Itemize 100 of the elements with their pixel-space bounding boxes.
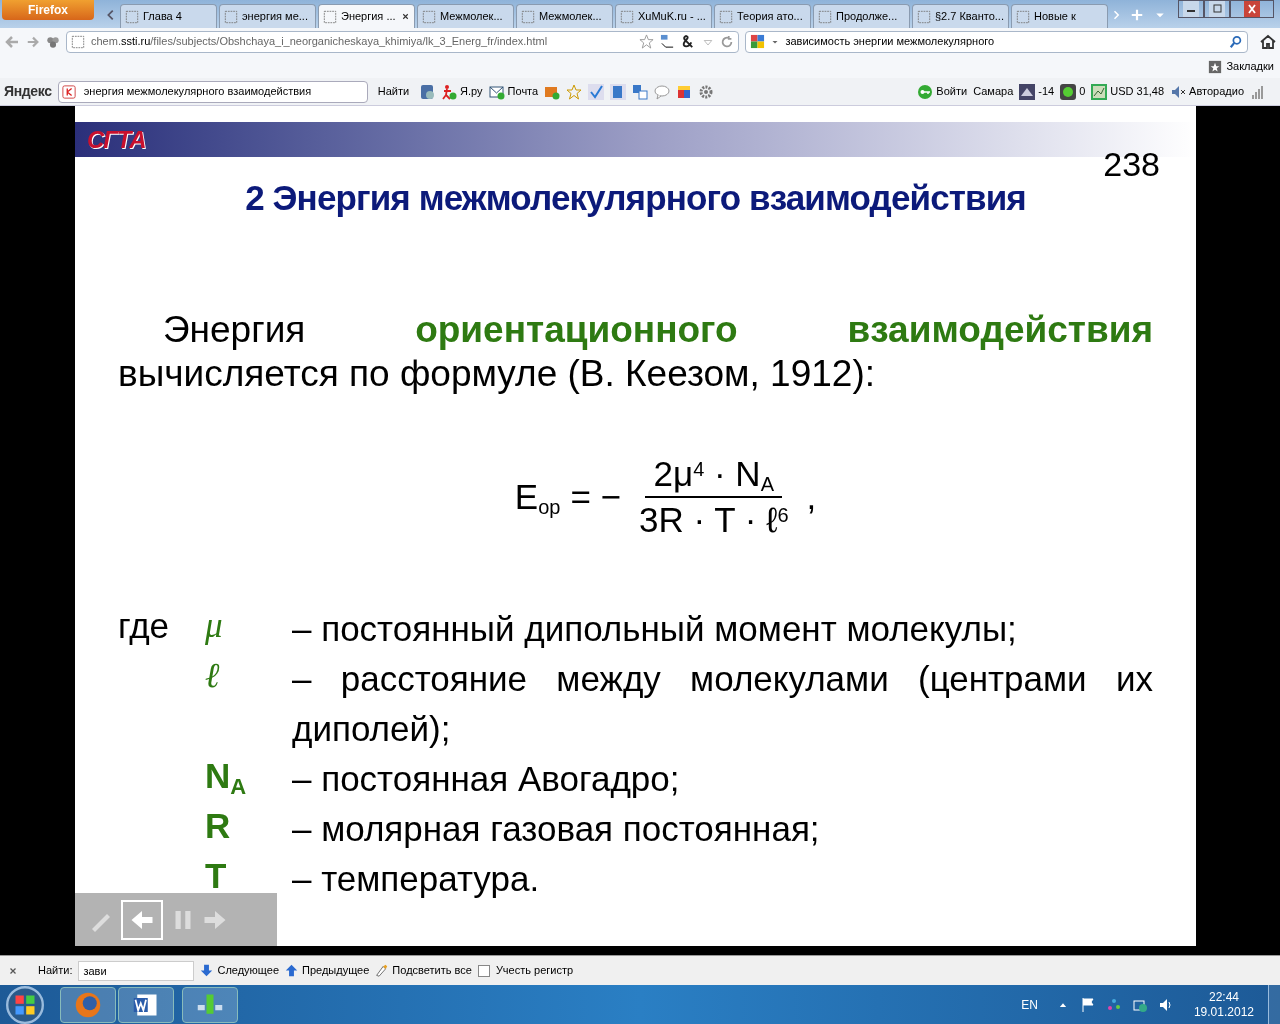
page-icon [71,34,85,49]
search-field[interactable]: зависимость энергии межмолекулярного [745,30,1248,53]
traffic-light-icon [1060,83,1077,100]
browser-tab[interactable]: Межмолек... [417,4,514,28]
tab-label: Глава 4 [143,9,183,25]
yandex-search-field[interactable]: энергия межмолекулярного взаимодействия [57,80,368,103]
network-icon[interactable] [1105,996,1122,1013]
page-icon [818,9,832,24]
bookmarks-button[interactable]: Закладки [1226,58,1274,75]
word-processor-taskbar-button[interactable] [118,986,174,1023]
tab-label: Теория ато... [737,9,804,25]
weather-icon [1019,83,1036,100]
page-icon [521,9,535,24]
clock[interactable]: 22:44 19.01.2012 [1193,989,1254,1020]
currency-button[interactable]: USD 31,48 [1091,83,1165,100]
yaru-button[interactable]: Я.ру [441,83,483,100]
login-button[interactable]: Войти [917,83,968,100]
widget-button[interactable] [676,83,693,100]
address-text: chem.ssti.ru/files/subjects/Obshchaya_i_neorganicheskaya_khimiya/lk_3_Energ_fr/index.html [91,34,549,50]
highlight-button[interactable]: Подсветить все [375,962,472,979]
browser-tab[interactable]: Энергия ... [318,4,415,28]
page-icon [224,9,238,24]
find-field[interactable]: зави [78,960,195,981]
star-icon[interactable] [639,34,655,49]
spellcheck-button[interactable] [588,83,605,100]
flag-icon[interactable] [1079,996,1096,1013]
bookmark-button[interactable] [566,83,583,100]
tab-label: Межмолек... [440,9,504,25]
definition-text: – молярная газовая постоянная; [292,808,821,850]
browser-tab[interactable]: Продолже... [813,4,910,28]
minimize-icon[interactable] [1178,0,1204,18]
chart-icon [1091,83,1108,100]
figure-icon [441,83,458,100]
speech-bubble-icon [654,83,671,100]
browser-tab[interactable]: Межмолек... [516,4,613,28]
search-icon[interactable] [1229,34,1243,49]
yandex-logo[interactable]: Яндекс [4,81,52,102]
cube-icon [676,83,693,100]
addon-icon[interactable] [46,34,60,49]
weather-button[interactable]: -14 [1019,83,1055,100]
arrow-up-icon [285,964,299,977]
bookmark-star-icon[interactable] [1208,59,1223,74]
browser-tab[interactable]: Глава 4 [120,4,217,28]
dictionary-button[interactable] [632,83,649,100]
browser-tab[interactable]: энергия ме... [219,4,316,28]
radio-button[interactable]: Авторадио [1170,83,1244,100]
maximize-icon[interactable] [1204,0,1230,18]
slide-paragraph: Энергия ориентационного взаимодействия вычисляется по формуле (В. Кеезом, 1912): [118,308,1153,396]
star-icon [566,83,583,100]
browser-tab[interactable]: Новые к [1011,4,1108,28]
symbol: N$_{A}$ [205,755,248,798]
tab-label: XuMuK.ru - ... [638,9,707,25]
symbol: R [205,805,232,847]
reload-icon[interactable] [720,34,735,49]
tab-label: Продолже... [836,9,899,25]
tab-label: Энергия ... [341,9,397,25]
page-icon [620,9,634,24]
arrow-down-icon [200,964,214,977]
browser-tab[interactable]: §2.7 Кванто... [912,4,1009,28]
search-text: зависимость энергии межмолекулярного [785,34,996,50]
back-arrow-icon[interactable] [4,33,20,50]
browser-taskbar-button[interactable] [60,986,116,1023]
close-icon[interactable] [401,12,410,21]
yandex-bar-button[interactable] [419,83,436,100]
home-icon[interactable] [1260,33,1276,50]
settings-button[interactable] [698,83,715,100]
translate-button[interactable] [610,83,627,100]
clock-time: 22:44 [1208,989,1239,1005]
close-icon[interactable] [8,965,18,976]
language-indicator[interactable]: EN [1021,995,1038,1014]
find-button[interactable]: Найти [373,83,414,100]
match-case-checkbox[interactable]: Учесть регистр [477,962,574,979]
symbol: ℓ [205,655,221,697]
yandex-query-text: энергия межмолекулярного взаимодействия [83,84,312,100]
app-taskbar-button[interactable] [182,986,238,1023]
browser-tab[interactable]: XuMuK.ru - ... [615,4,712,28]
slide-title: 2 Энергия межмолекулярного взаимодействия [244,177,1027,219]
browser-tab[interactable]: Теория ато... [714,4,811,28]
next-button[interactable]: Следующее [200,962,280,979]
previous-slide-button[interactable] [121,899,163,940]
address-field[interactable]: chem.ssti.ru/files/subjects/Obshchaya_i_neorganicheskaya_khimiya/lk_3_Energ_fr/index.html [66,30,740,53]
slide-number: 238 [1103,144,1160,185]
forward-arrow-icon[interactable] [26,34,40,49]
marker-icon [375,964,389,977]
previous-button[interactable]: Предыдущее [285,962,370,979]
show-desktop-button[interactable] [1268,985,1280,1024]
mail-button[interactable]: Почта [488,83,539,100]
clock-date: 19.01.2012 [1193,1004,1254,1020]
page-icon [719,9,733,24]
start-orb-icon[interactable] [6,985,44,1024]
close-icon[interactable] [1230,0,1274,18]
document-icon [610,83,627,100]
traffic-button[interactable]: 0 [1060,83,1086,100]
signal-bars-icon[interactable] [1250,83,1266,100]
tab-label: §2.7 Кванто... [935,9,1004,25]
tab-label: энергия ме... [242,9,309,25]
page-icon [1016,9,1030,24]
comment-button[interactable] [654,83,671,100]
badge-icon [419,83,436,100]
gear-icon [698,83,715,100]
